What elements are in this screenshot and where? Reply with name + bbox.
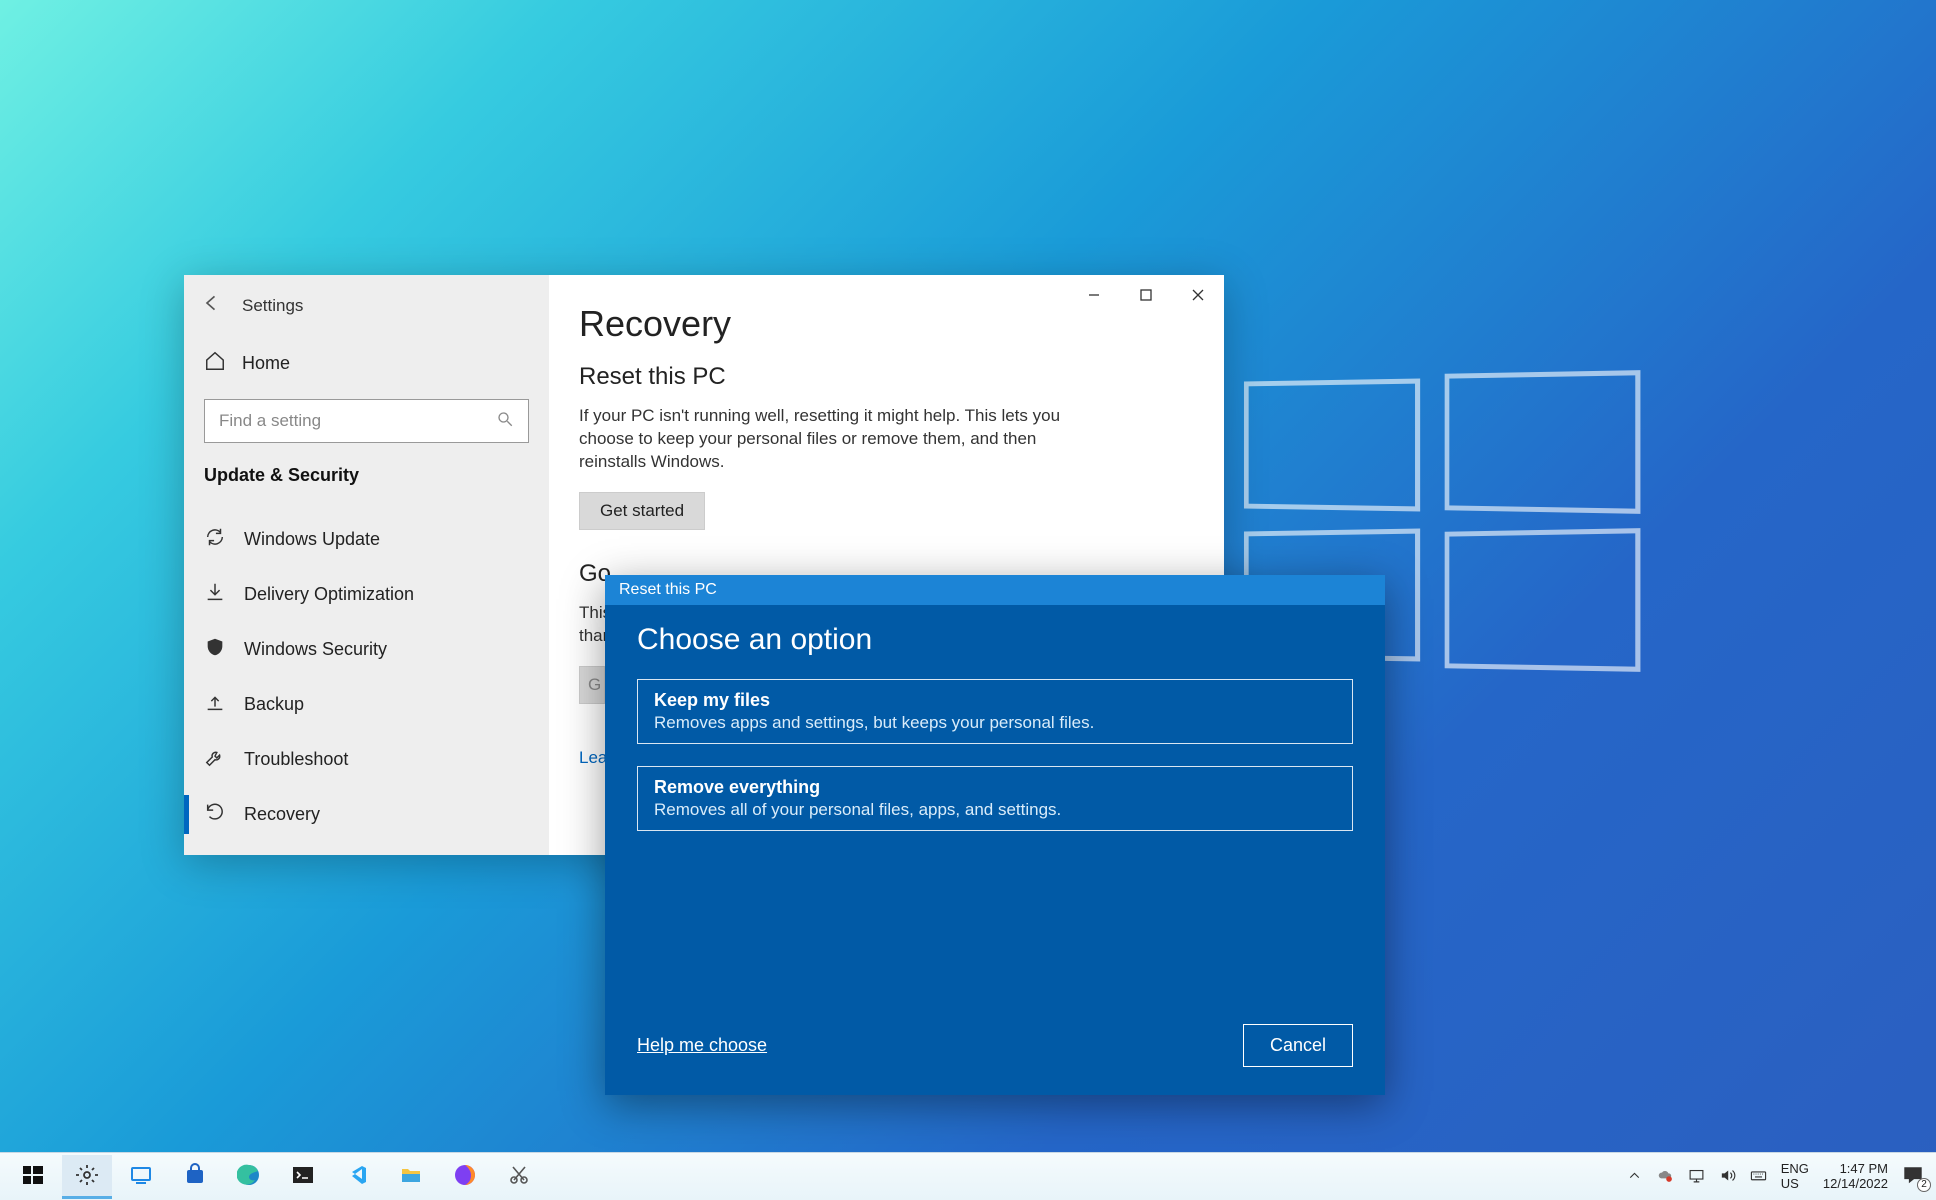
notification-badge: 2 [1917,1178,1931,1192]
tray-overflow-icon[interactable] [1626,1167,1643,1187]
minimize-button[interactable] [1068,275,1120,315]
start-button[interactable] [8,1155,58,1199]
refresh-icon [204,526,226,553]
home-icon [204,350,226,377]
action-center-button[interactable]: 2 [1902,1164,1928,1190]
taskbar-terminal[interactable] [278,1155,328,1199]
sidebar-item-backup[interactable]: Backup [184,677,549,732]
get-started-button[interactable]: Get started [579,492,705,530]
reset-heading: Reset this PC [579,363,1194,391]
reset-body-text: If your PC isn't running well, resetting… [579,405,1099,474]
taskbar-file-explorer[interactable] [386,1155,436,1199]
advanced-button-partial[interactable]: G [579,666,605,704]
back-icon[interactable] [202,293,222,318]
tray-volume-icon[interactable] [1719,1167,1736,1187]
maximize-button[interactable] [1120,275,1172,315]
sidebar-item-label: Windows Security [244,639,387,660]
sidebar-category: Update & Security [184,465,549,512]
taskbar-microsoft-store[interactable] [170,1155,220,1199]
lang-line1: ENG [1781,1162,1809,1176]
sidebar-item-delivery-optimization[interactable]: Delivery Optimization [184,567,549,622]
sidebar-item-label: Delivery Optimization [244,584,414,605]
close-button[interactable] [1172,275,1224,315]
tray-language[interactable]: ENG US [1781,1162,1809,1191]
option-title: Remove everything [654,777,1336,798]
taskbar-settings[interactable] [62,1155,112,1199]
tray-onedrive-icon[interactable] [1657,1167,1674,1187]
sidebar-item-windows-update[interactable]: Windows Update [184,512,549,567]
option-remove-everything[interactable]: Remove everything Removes all of your pe… [637,766,1353,831]
dialog-heading: Choose an option [637,623,1353,657]
recovery-icon [204,801,226,828]
download-icon [204,581,226,608]
sidebar-home[interactable]: Home [184,338,549,399]
dialog-titlebar: Reset this PC [605,575,1385,605]
sidebar-item-label: Windows Update [244,529,380,550]
search-input[interactable]: Find a setting [204,399,529,443]
tray-keyboard-icon[interactable] [1750,1167,1767,1187]
search-icon [496,410,514,433]
option-keep-my-files[interactable]: Keep my files Removes apps and settings,… [637,679,1353,744]
option-desc: Removes apps and settings, but keeps you… [654,713,1336,733]
taskbar: ENG US 1:47 PM 12/14/2022 2 [0,1152,1936,1200]
tray-display-icon[interactable] [1688,1167,1705,1187]
clock-time: 1:47 PM [1823,1162,1888,1176]
cancel-button[interactable]: Cancel [1243,1024,1353,1067]
clock-date: 12/14/2022 [1823,1177,1888,1191]
taskbar-snipping-tool[interactable] [494,1155,544,1199]
shield-icon [204,636,226,663]
backup-icon [204,691,226,718]
sidebar-item-troubleshoot[interactable]: Troubleshoot [184,732,549,787]
taskbar-firefox[interactable] [440,1155,490,1199]
search-placeholder: Find a setting [219,411,321,431]
option-desc: Removes all of your personal files, apps… [654,800,1336,820]
window-title: Settings [242,296,303,316]
sidebar-item-windows-security[interactable]: Windows Security [184,622,549,677]
help-me-choose-link[interactable]: Help me choose [637,1035,767,1056]
wrench-icon [204,746,226,773]
sidebar-home-label: Home [242,353,290,374]
taskbar-vscode[interactable] [332,1155,382,1199]
sidebar-item-recovery[interactable]: Recovery [184,787,549,842]
taskbar-edge[interactable] [224,1155,274,1199]
sidebar-item-label: Troubleshoot [244,749,348,770]
tray-clock[interactable]: 1:47 PM 12/14/2022 [1823,1162,1888,1191]
settings-sidebar: Settings Home Find a setting Update & Se… [184,275,549,855]
lang-line2: US [1781,1177,1809,1191]
sidebar-item-label: Recovery [244,804,320,825]
reset-pc-dialog: Reset this PC Choose an option Keep my f… [605,575,1385,1095]
option-title: Keep my files [654,690,1336,711]
sidebar-item-label: Backup [244,694,304,715]
taskbar-task-view[interactable] [116,1155,166,1199]
